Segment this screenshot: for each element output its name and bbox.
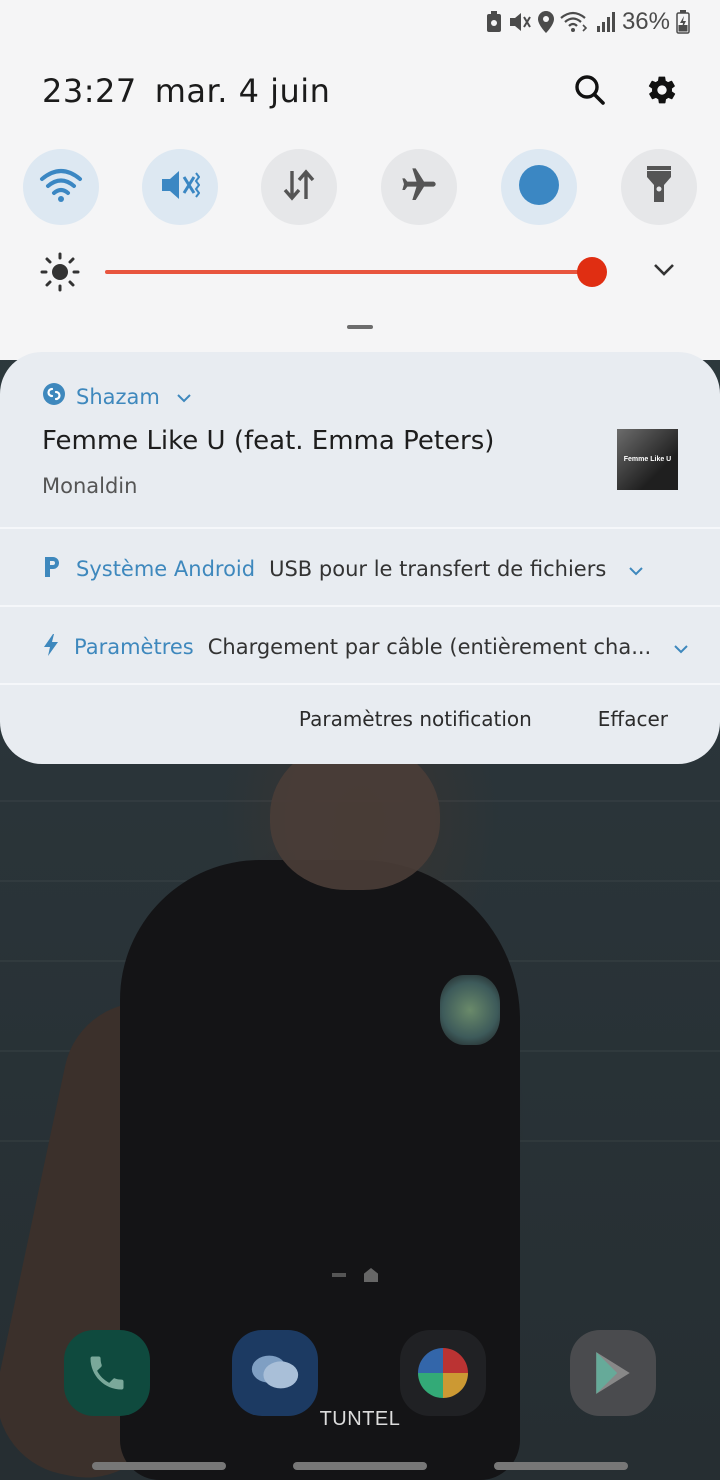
qs-tile-blue-light[interactable] [501,149,577,225]
qs-tile-mobile-data[interactable] [261,149,337,225]
notification-footer: Paramètres notification Effacer [299,707,668,731]
notification-card: Shazam Femme Like U (feat. Emma Peters) … [0,352,720,764]
chevron-down-icon[interactable] [673,635,689,659]
quick-panel: 36% 23:27 mar. 4 juin [0,0,720,360]
wallpaper-shirt-logo [440,975,500,1045]
brightness-control [40,252,680,292]
messages-icon[interactable] [232,1330,318,1416]
quick-settings-row [23,149,697,225]
brightness-slider-thumb[interactable] [577,257,607,287]
data-arrows-icon [281,167,317,208]
chevron-down-icon [653,263,675,282]
signal-icon [596,12,616,32]
status-bar: 36% [486,6,690,38]
vibrate-icon [508,11,532,33]
brightness-expand-button[interactable] [648,256,680,288]
home-dock [0,1330,720,1420]
phone-icon[interactable] [64,1330,150,1416]
wifi-calling-icon [560,11,590,33]
notification-shazam[interactable]: Shazam Femme Like U (feat. Emma Peters) … [0,352,720,527]
album-art: Femme Like U [617,429,678,490]
airplane-icon [399,165,439,210]
chevron-down-icon[interactable] [628,557,644,581]
dock-label: TUNTEL [319,1408,401,1430]
location-icon [537,11,554,33]
settings-gear-icon [646,74,678,111]
battery-percent: 36% [621,8,670,35]
nav-back-pill[interactable] [494,1462,628,1470]
qs-tile-sound[interactable] [142,149,218,225]
notification-subtitle: Monaldin [42,474,138,498]
album-art-text: Femme Like U [623,456,672,463]
date-label: mar. 4 juin [154,72,331,110]
notification-message: Chargement par câble (entièrement cha... [207,635,652,659]
brightness-slider-track[interactable] [105,270,593,274]
notification-app-name: Système Android [76,557,256,581]
battery-saver-icon [486,11,502,33]
qs-tile-airplane[interactable] [381,149,457,225]
qs-tile-wifi[interactable] [23,149,99,225]
panel-drag-handle[interactable] [347,325,373,329]
wifi-icon [39,167,83,208]
notification-message: USB pour le transfert de fichiers [269,557,607,581]
home-page-indicator [332,1268,378,1282]
notification-settings-charging[interactable]: Paramètres Chargement par câble (entière… [42,627,689,667]
camera-icon[interactable] [400,1330,486,1416]
clear-all-button[interactable]: Effacer [598,707,668,731]
clock-date[interactable]: 23:27 mar. 4 juin [42,72,330,110]
vibrate-icon [160,167,201,208]
brightness-sun-icon [40,252,80,297]
notification-title: Femme Like U (feat. Emma Peters) [42,426,495,456]
android-p-icon [42,555,62,584]
notification-settings-button[interactable]: Paramètres notification [299,707,532,731]
play-store-icon[interactable] [570,1330,656,1416]
notification-app-name: Paramètres [74,635,194,659]
clock-time: 23:27 [42,72,137,110]
nav-recents-pill[interactable] [92,1462,226,1470]
flashlight-icon [643,165,675,210]
battery-charging-icon [676,10,690,34]
notification-android-system[interactable]: Système Android USB pour le transfert de… [42,549,644,589]
search-icon [574,74,606,111]
notification-app-name: Shazam [76,385,160,409]
shazam-icon [42,382,66,412]
lightning-bolt-icon [42,633,60,662]
notification-app-header[interactable]: Shazam [42,382,192,412]
qs-tile-flashlight[interactable] [621,149,697,225]
blue-dot-icon [517,163,561,212]
settings-button[interactable] [644,74,680,110]
search-button[interactable] [572,74,608,110]
nav-home-pill[interactable] [293,1462,427,1470]
chevron-down-icon[interactable] [176,385,192,409]
